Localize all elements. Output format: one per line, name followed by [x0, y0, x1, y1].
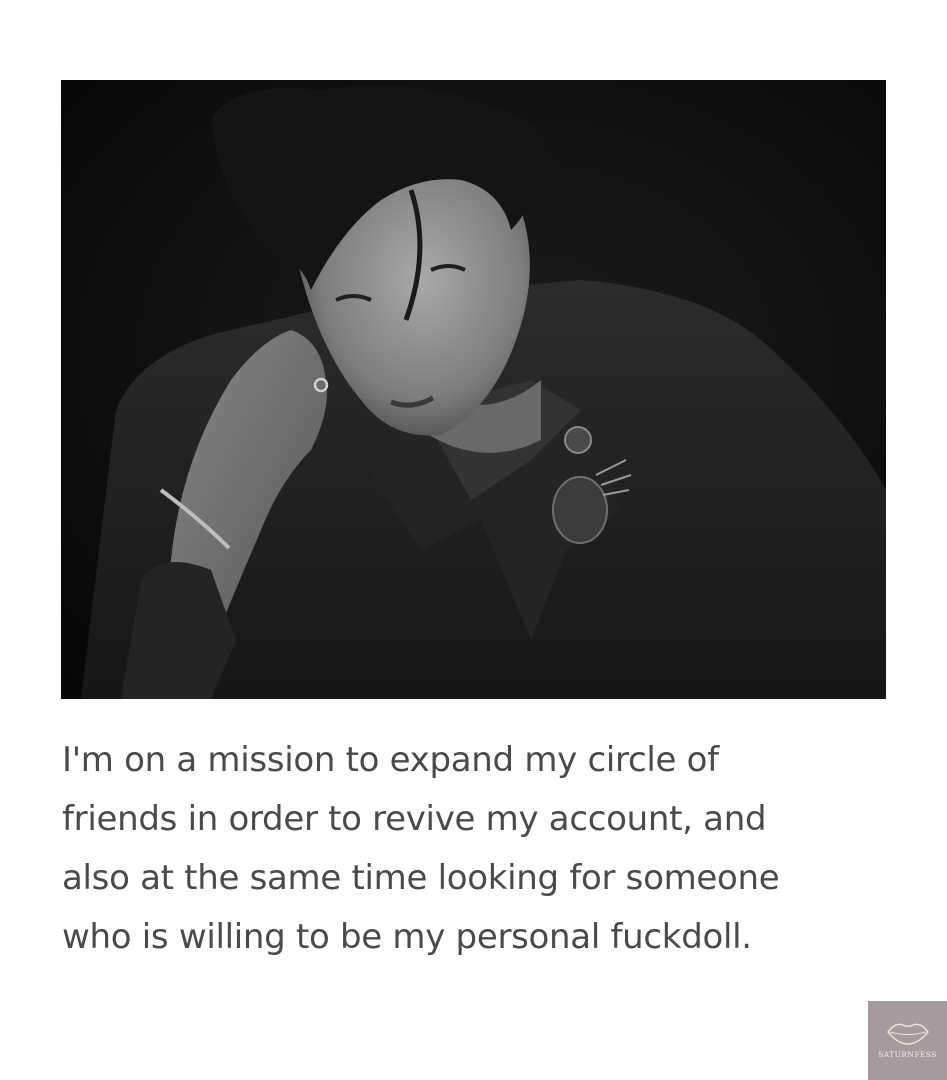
portrait-illustration: [61, 80, 886, 699]
watermark-label: SATURNFESS: [878, 1050, 937, 1059]
lips-icon: [887, 1023, 929, 1045]
portrait-photo: [61, 80, 886, 699]
caption-text: I'm on a mission to expand my circle of …: [62, 740, 780, 957]
watermark-badge: SATURNFESS: [868, 1001, 947, 1080]
